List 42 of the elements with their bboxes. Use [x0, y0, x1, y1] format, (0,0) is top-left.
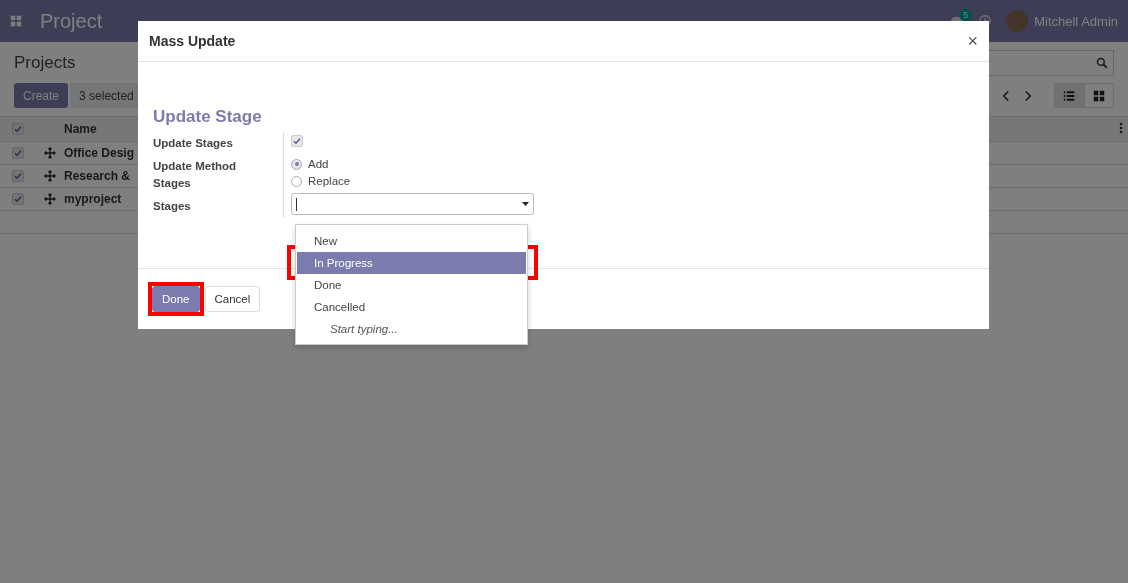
search-hint: Start typing... — [329, 322, 399, 337]
dropdown-caret-icon[interactable] — [522, 202, 529, 206]
radio-button[interactable] — [291, 158, 302, 170]
update-stages-checkbox[interactable] — [291, 135, 303, 147]
page-title: Projects — [14, 53, 76, 73]
kanban-view-button[interactable] — [1084, 83, 1114, 108]
column-header[interactable]: Name — [64, 122, 97, 136]
search-field[interactable] — [988, 50, 1114, 76]
radio-label[interactable]: Replace — [308, 175, 351, 187]
stages-input[interactable] — [291, 193, 534, 215]
field-label: Update Method Stages — [153, 155, 284, 195]
dropdown-option[interactable]: New — [297, 230, 526, 252]
list-view-button[interactable] — [1054, 83, 1084, 108]
apps-icon[interactable] — [10, 15, 22, 27]
project-name: Research & — [64, 169, 131, 183]
field-label: Stages — [153, 195, 284, 218]
select-all-checkbox[interactable] — [12, 123, 24, 135]
close-button[interactable]: × — [967, 30, 978, 52]
project-name: Office Desig — [64, 146, 135, 160]
row-checkbox[interactable] — [12, 170, 24, 182]
field-label: Update Stages — [153, 132, 284, 155]
radio-label[interactable]: Add — [308, 158, 329, 170]
drag-handle-icon[interactable] — [44, 147, 56, 159]
dialog-title: Mass Update — [149, 33, 236, 49]
radio-button[interactable] — [291, 175, 302, 187]
dropdown-option[interactable]: Cancelled — [297, 296, 526, 318]
cancel-button[interactable]: Cancel — [204, 286, 261, 312]
options-icon[interactable] — [1119, 121, 1123, 134]
done-button[interactable]: Done — [152, 286, 200, 312]
search-icon[interactable] — [1096, 57, 1108, 69]
drag-handle-icon[interactable] — [44, 193, 56, 205]
dropdown-option[interactable]: Done — [297, 274, 526, 296]
app-title: Project — [40, 9, 103, 33]
section-heading: Update Stage — [153, 107, 263, 127]
row-checkbox[interactable] — [12, 193, 24, 205]
list-icon — [1063, 89, 1075, 102]
grid-icon — [1093, 89, 1105, 102]
message-count: 5 — [959, 9, 973, 21]
drag-handle-icon[interactable] — [44, 170, 56, 182]
row-checkbox[interactable] — [12, 147, 24, 159]
dropdown-option[interactable]: In Progress — [297, 252, 526, 274]
project-name: myproject — [64, 192, 122, 206]
